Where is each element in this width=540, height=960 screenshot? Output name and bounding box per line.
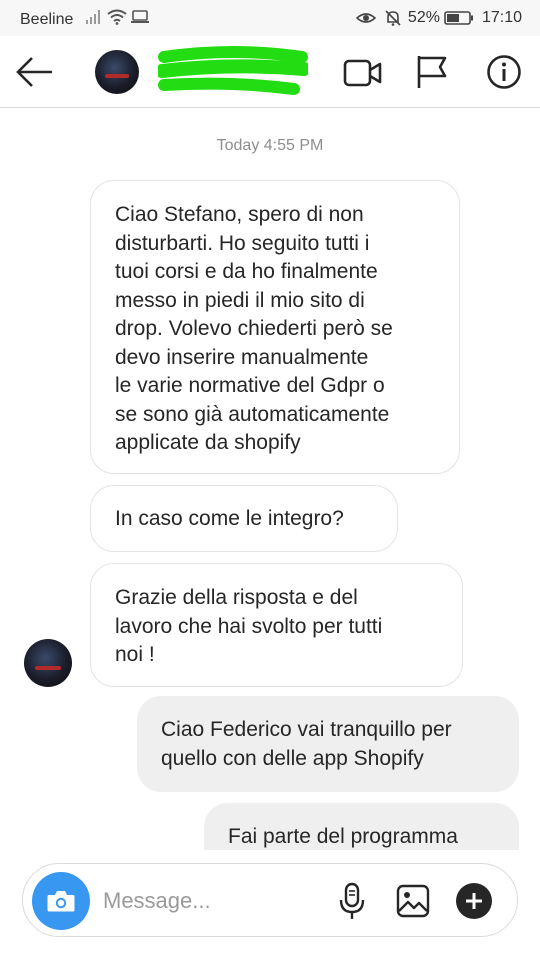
message-bubble-incoming[interactable]: In caso come le integro? [90, 485, 398, 552]
message-bubble-outgoing[interactable]: Fai parte del programma [204, 803, 519, 850]
video-call-button[interactable] [343, 56, 383, 90]
gallery-icon [396, 884, 430, 918]
username-redacted[interactable] [155, 45, 311, 99]
message-composer [22, 863, 518, 937]
battery-percent: 52% [407, 9, 440, 26]
wifi-icon [107, 9, 127, 30]
microphone-button[interactable] [337, 882, 367, 922]
camera-icon [47, 891, 75, 912]
info-button[interactable] [486, 54, 522, 90]
eye-icon [355, 10, 376, 26]
info-icon [487, 55, 521, 89]
chat-header [0, 36, 540, 108]
plus-icon [466, 893, 482, 909]
video-call-icon [343, 59, 382, 87]
status-bar: Beeline 52% 17:10 [0, 0, 540, 36]
add-button[interactable] [456, 883, 492, 919]
gallery-button[interactable] [396, 884, 430, 918]
camera-button[interactable] [32, 872, 90, 930]
message-bubble-incoming[interactable]: Ciao Stefano, spero di non disturbarti. … [90, 180, 460, 474]
clock: 17:10 [481, 9, 522, 26]
message-bubble-outgoing[interactable]: Ciao Federico vai tranquillo per quello … [137, 696, 519, 792]
carrier-name: Beeline [20, 10, 74, 28]
message-thread[interactable]: Today 4:55 PM Ciao Stefano, spero di non… [0, 109, 540, 850]
arrow-left-icon [16, 57, 52, 87]
back-button[interactable] [14, 54, 56, 90]
avatar[interactable] [95, 50, 139, 94]
microphone-icon [339, 882, 365, 919]
message-bubble-incoming[interactable]: Grazie della risposta e del lavoro che h… [90, 563, 463, 687]
message-input[interactable] [101, 882, 321, 920]
signal-icon [85, 9, 103, 30]
flag-button[interactable] [414, 54, 450, 90]
battery-icon [444, 10, 474, 26]
sender-avatar[interactable] [24, 639, 72, 687]
flag-icon [417, 56, 447, 88]
mute-bell-icon [384, 9, 402, 27]
message-timestamp: Today 4:55 PM [216, 137, 324, 154]
screen-icon [131, 9, 150, 30]
